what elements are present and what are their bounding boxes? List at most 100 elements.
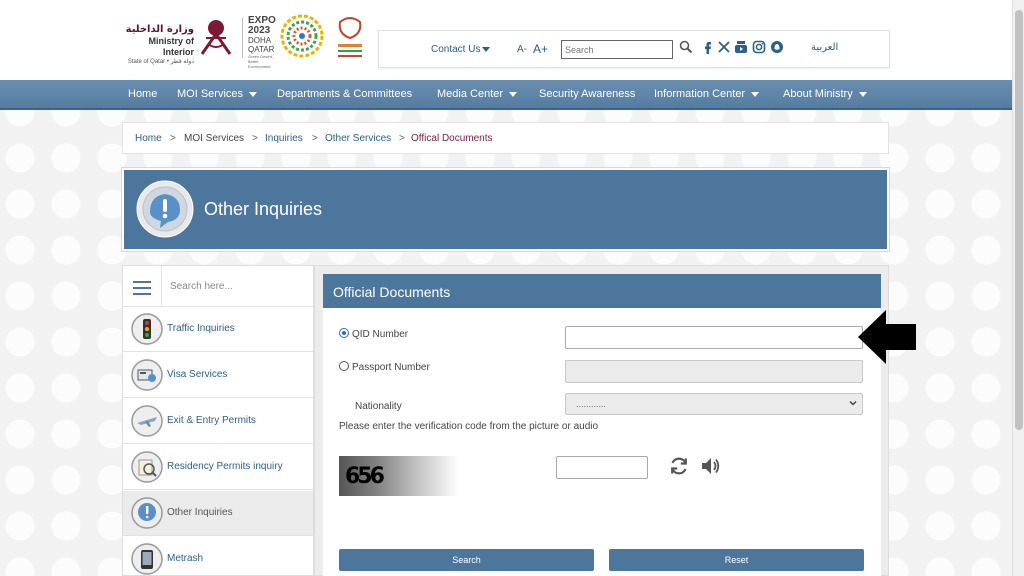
qid-label: QID Number	[352, 329, 409, 340]
nav-about-ministry[interactable]: About Ministry	[783, 88, 867, 100]
breadcrumb-current: Offical Documents	[411, 133, 493, 144]
chevron-down-icon	[849, 400, 857, 406]
page-banner: Other Inquiries	[122, 168, 889, 251]
chevron-down-icon	[509, 91, 518, 97]
chevron-down-icon	[858, 91, 867, 97]
sidebar-item-traffic-inquiries[interactable]: Traffic Inquiries	[123, 307, 313, 352]
captcha-input[interactable]	[556, 456, 648, 479]
nav-label: MOI Services	[177, 88, 244, 100]
moi-arabic-name: وزارة الداخلية	[125, 24, 194, 35]
sidebar-item-other-inquiries[interactable]: Other Inquiries	[123, 491, 313, 536]
x-icon[interactable]	[717, 40, 731, 54]
pointer-arrow-icon	[858, 310, 916, 364]
font-increase-button[interactable]: A+	[533, 42, 548, 56]
qid-number-input[interactable]	[565, 326, 863, 349]
expo-line2: 2023	[248, 25, 271, 36]
expo-line3: DOHA	[248, 36, 272, 45]
expo-line4: QATAR	[248, 45, 275, 54]
nav-label: Media Center	[437, 88, 504, 100]
expo-flower-icon	[280, 14, 324, 58]
form-body: QID Number Passport Number Nationality .…	[323, 308, 881, 576]
moi-logo-text: وزارة الداخلية Ministry of Interior Stat…	[118, 24, 194, 66]
audio-icon[interactable]	[699, 455, 721, 477]
sidebar-item-exit-entry-permits[interactable]: Exit & Entry Permits	[123, 399, 313, 444]
sidebar-item-label: Visa Services	[167, 369, 228, 380]
nav-media-center[interactable]: Media Center	[437, 88, 518, 100]
traffic-light-icon	[131, 313, 163, 345]
sidebar-search-wrap	[161, 266, 313, 306]
sidebar-item-metrash[interactable]: Metrash	[123, 537, 313, 576]
passport-radio-option[interactable]: Passport Number	[339, 361, 430, 373]
nav-label: Information Center	[654, 88, 746, 100]
page-scrollbar[interactable]	[1012, 0, 1024, 576]
nationality-label: Nationality	[355, 401, 402, 412]
expo-logo-text: EXPO 2023 DOHA QATAR Green Desert, Bette…	[248, 16, 278, 70]
nav-label: About Ministry	[783, 88, 853, 100]
visa-icon	[131, 359, 163, 391]
qid-radio-option[interactable]: QID Number	[339, 328, 408, 340]
sidebar-item-label: Metrash	[167, 553, 204, 564]
airplane-icon	[131, 405, 163, 437]
nav-moi-services[interactable]: MOI Services	[177, 88, 258, 100]
panel-header: Official Documents	[323, 274, 881, 308]
qid-radio[interactable]	[339, 328, 349, 338]
moi-state-label: State of Qatar • دولة قطر	[127, 59, 194, 65]
youtube-icon[interactable]	[734, 40, 748, 54]
utility-bar: Contact Us A- A+ العربية	[378, 30, 890, 68]
refresh-icon[interactable]	[668, 455, 690, 477]
search-button[interactable]: Search	[339, 549, 594, 571]
sidebar-item-visa-services[interactable]: Visa Services	[123, 353, 313, 398]
exclamation-icon	[131, 497, 163, 529]
nav-security-awareness[interactable]: Security Awareness	[539, 88, 635, 100]
nav-home[interactable]: Home	[128, 88, 157, 100]
contact-us-dropdown[interactable]: Contact Us	[431, 44, 491, 55]
nav-information-center[interactable]: Information Center	[654, 88, 760, 100]
nav-label: Home	[128, 88, 158, 100]
site-search-input[interactable]	[561, 40, 673, 59]
main-nav: Home MOI Services Departments & Committe…	[0, 80, 1012, 110]
language-switch-link[interactable]: العربية	[811, 42, 838, 53]
reset-button[interactable]: Reset	[609, 549, 864, 571]
nationality-select[interactable]: ............	[565, 393, 863, 415]
breadcrumb-home[interactable]: Home	[135, 133, 162, 144]
logo-divider	[242, 18, 243, 58]
breadcrumb-separator: >	[252, 133, 258, 144]
breadcrumb-moi-services[interactable]: MOI Services	[184, 133, 244, 144]
amiri-logo-icon	[338, 17, 362, 57]
breadcrumb: Home > MOI Services > Inquiries > Other …	[122, 122, 889, 154]
sidebar-item-label: Residency Permits inquiry	[167, 461, 283, 472]
sidebar-search-input[interactable]	[170, 277, 305, 295]
chevron-down-icon	[482, 46, 491, 52]
logo-block[interactable]: وزارة الداخلية Ministry of Interior Stat…	[118, 12, 373, 69]
font-decrease-button[interactable]: A-	[517, 44, 527, 55]
exclamation-icon	[136, 180, 194, 238]
chevron-down-icon	[249, 91, 258, 97]
contact-us-label: Contact Us	[431, 44, 481, 55]
facebook-icon[interactable]	[701, 40, 715, 54]
breadcrumb-other-services[interactable]: Other Services	[325, 133, 391, 144]
search-icon[interactable]	[679, 40, 693, 54]
instagram-icon[interactable]	[752, 40, 766, 54]
phone-icon	[131, 543, 163, 575]
site-header: وزارة الداخلية Ministry of Interior Stat…	[0, 0, 1012, 80]
sidebar-item-label: Exit & Entry Permits	[167, 415, 256, 426]
nav-label: Security Awareness	[539, 88, 636, 100]
expo-tagline: Green Desert, Better Environment	[248, 54, 274, 69]
captcha-text: 656	[345, 464, 385, 489]
captcha-image: 656	[339, 456, 459, 496]
passport-label: Passport Number	[352, 362, 430, 373]
menu-icon[interactable]	[133, 281, 151, 295]
passport-radio[interactable]	[339, 361, 349, 371]
moi-english-name: Ministry of Interior	[148, 36, 194, 57]
page-title: Other Inquiries	[204, 199, 323, 219]
passport-number-input[interactable]	[565, 360, 863, 383]
sidebar-top	[123, 266, 313, 307]
sidebar: Traffic Inquiries Visa Services Exit & E…	[122, 265, 314, 576]
official-documents-panel: Official Documents QID Number Passport N…	[314, 265, 889, 576]
sidebar-item-label: Other Inquiries	[167, 507, 233, 518]
breadcrumb-inquiries[interactable]: Inquiries	[265, 133, 303, 144]
scrollbar-thumb[interactable]	[1015, 10, 1023, 430]
snapchat-icon[interactable]	[770, 40, 784, 54]
sidebar-item-residency-permits[interactable]: Residency Permits inquiry	[123, 445, 313, 490]
nav-departments[interactable]: Departments & Committees	[277, 88, 412, 100]
